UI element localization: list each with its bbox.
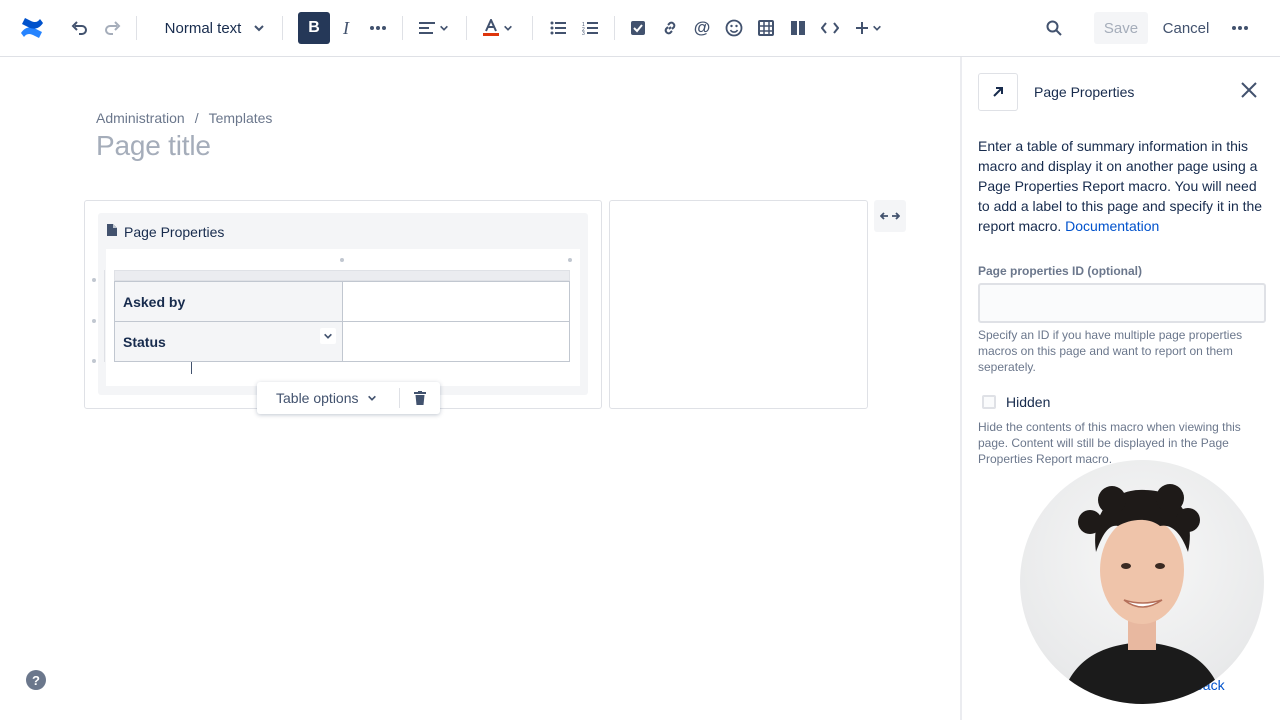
hidden-checkbox[interactable] [982,395,996,409]
insert-dropdown[interactable] [850,12,886,44]
code-icon[interactable] [816,12,844,44]
breadcrumb-item-administration[interactable]: Administration [96,110,185,126]
chevron-down-icon [503,23,513,33]
documentation-link[interactable]: Documentation [1065,218,1159,234]
table-icon[interactable] [752,12,780,44]
breadcrumb-separator: / [194,110,199,126]
macro-icon [978,73,1018,111]
text-cursor [191,362,195,374]
page-properties-id-label: Page properties ID (optional) [978,264,1143,278]
bold-icon: B [308,19,320,36]
breadcrumb-item-templates[interactable]: Templates [209,110,273,126]
presenter-webcam-overlay [1020,460,1264,704]
emoji-icon[interactable] [720,12,748,44]
chevron-down-icon [872,23,882,33]
cancel-button[interactable]: Cancel [1158,12,1214,44]
breadcrumb: Administration / Templates [96,110,272,126]
align-icon [419,21,435,35]
text-color-dropdown[interactable] [478,12,518,44]
search-icon[interactable] [1040,12,1068,44]
chevron-down-icon [439,23,449,33]
table-column-handle[interactable] [340,258,344,262]
table-column-handle[interactable] [568,258,572,262]
text-color-icon [483,19,499,37]
macro-body[interactable] [106,249,580,386]
link-icon[interactable] [656,12,684,44]
close-icon[interactable] [1238,79,1260,101]
numbered-list-icon[interactable]: 123 [576,12,604,44]
bold-button[interactable]: B [298,12,330,44]
more-icon[interactable] [1226,12,1254,44]
document-icon [106,223,118,240]
page-properties-id-hint: Specify an ID if you have multiple page … [978,328,1243,374]
table-floating-toolbar: Table options [257,382,440,414]
editor-toolbar: Normal text B I 123 @ Save Cancel [0,0,1280,57]
text-style-label: Normal text [164,19,242,37]
insert-plus-icon [855,21,869,35]
sidebar-title: Page Properties [1034,84,1135,100]
page-properties-macro[interactable]: Page Properties [98,213,588,395]
save-button[interactable]: Save [1094,12,1148,44]
table-options-button[interactable]: Table options [257,390,399,406]
table-row-handle[interactable] [92,319,96,323]
text-style-dropdown[interactable]: Normal text [160,12,270,44]
table-row-handle[interactable] [92,359,96,363]
undo-icon[interactable] [66,12,94,44]
svg-text:3: 3 [582,31,585,35]
italic-button[interactable]: I [332,12,360,44]
chevron-down-icon [253,22,265,34]
macro-title: Page Properties [124,223,225,240]
redo-icon[interactable] [98,12,126,44]
chevron-down-icon [367,390,377,406]
expand-width-icon[interactable] [874,200,906,232]
macro-header: Page Properties [106,223,224,240]
italic-icon: I [343,17,349,38]
confluence-logo-icon[interactable] [18,12,46,44]
layout-column-right[interactable] [609,200,868,409]
more-formatting-icon[interactable] [364,12,392,44]
task-icon[interactable] [624,12,652,44]
trash-icon[interactable] [400,391,440,405]
table-options-label: Table options [276,390,359,406]
help-icon[interactable]: ? [26,670,46,690]
hidden-checkbox-row[interactable]: Hidden [982,394,1050,410]
align-dropdown[interactable] [414,12,454,44]
hidden-hint: Hide the contents of this macro when vie… [978,420,1241,466]
table-row-handle[interactable] [92,278,96,282]
layout-icon[interactable] [784,12,812,44]
page-title-input[interactable]: Page title [96,130,211,162]
bullet-list-icon[interactable] [544,12,572,44]
sidebar-description: Enter a table of summary information in … [978,136,1268,236]
page-properties-id-input[interactable] [978,283,1266,323]
mention-icon[interactable]: @ [688,12,716,44]
hidden-checkbox-label: Hidden [1006,394,1051,410]
